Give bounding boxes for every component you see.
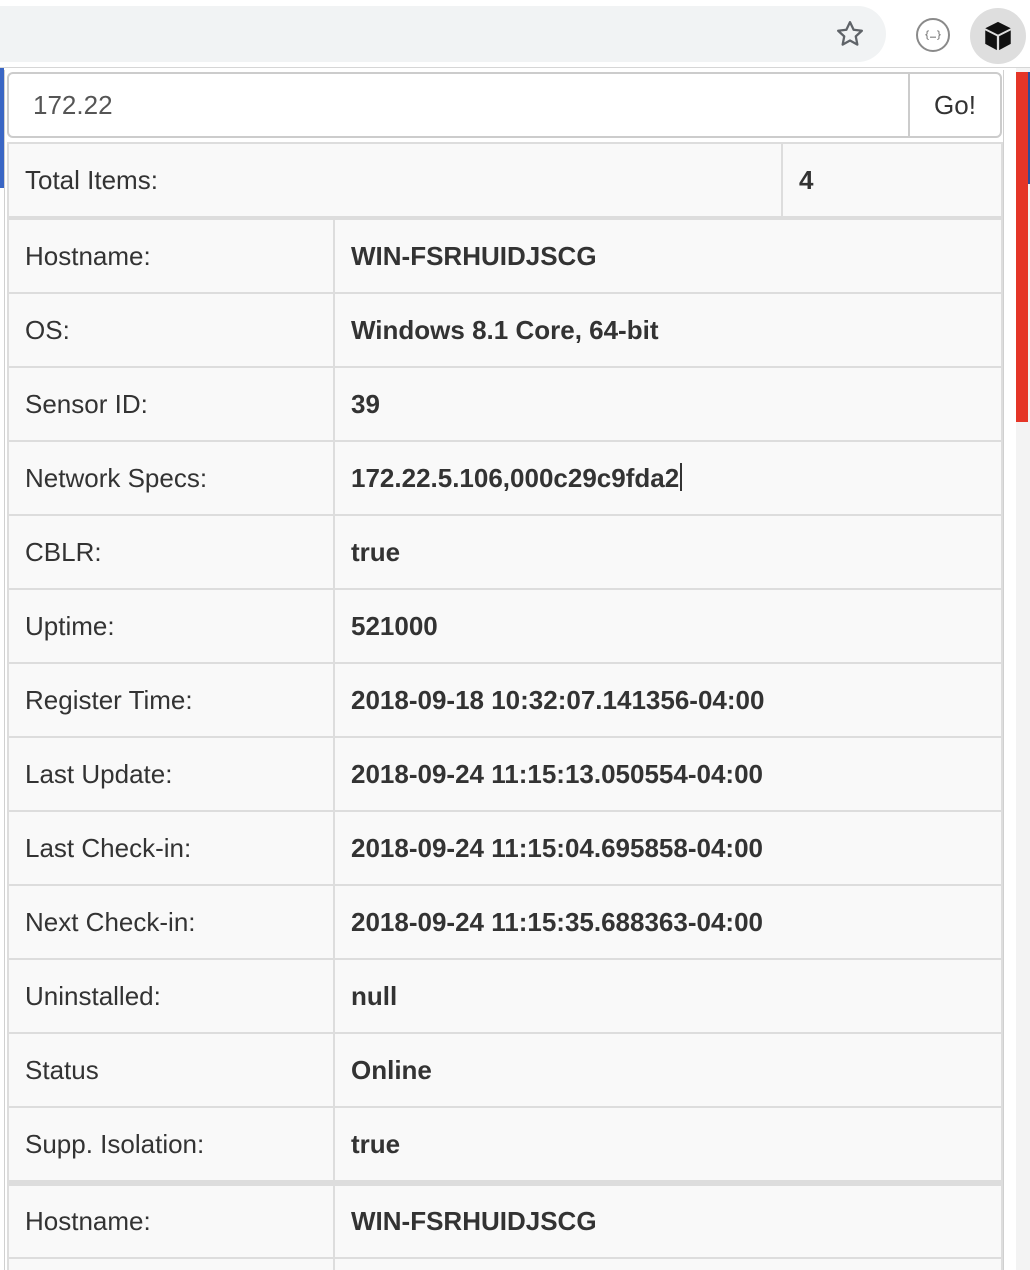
go-button[interactable]: Go! (908, 72, 1002, 138)
field-label: Hostname: (7, 1182, 335, 1259)
field-value: 172.22.5.106,000c29c9fda2 (333, 440, 1003, 516)
record-table-1: Hostname: WIN-FSRHUIDJSCG OS: Windows 8.… (7, 218, 1003, 1182)
field-label: Last Update: (7, 736, 335, 812)
table-row: Register Time: 2018-09-18 10:32:07.14135… (7, 662, 1003, 738)
field-value: 2018-09-24 11:15:13.050554-04:00 (333, 736, 1003, 812)
table-row: Uninstalled: null (7, 958, 1003, 1034)
field-label: Uninstalled: (7, 958, 335, 1034)
table-row: Last Check-in: 2018-09-24 11:15:04.69585… (7, 810, 1003, 886)
field-label: Hostname: (7, 218, 335, 294)
summary-table: Total Items: 4 (7, 142, 1003, 218)
field-value: 2018-09-18 10:32:07.141356-04:00 (333, 662, 1003, 738)
field-value: true (333, 1106, 1003, 1182)
field-label: CBLR: (7, 514, 335, 590)
search-bar: Go! (7, 72, 1002, 138)
field-label: Supp. Isolation: (7, 1106, 335, 1182)
table-row: Last Update: 2018-09-24 11:15:13.050554-… (7, 736, 1003, 812)
summary-row: Total Items: 4 (7, 142, 1003, 218)
field-value: Online (333, 1032, 1003, 1108)
total-items-value: 4 (781, 142, 1003, 218)
search-input[interactable] (7, 72, 908, 138)
table-row: Supp. Isolation: true (7, 1106, 1003, 1182)
field-value: 2018-09-24 11:15:35.688363-04:00 (333, 884, 1003, 960)
json-braces-icon[interactable]: {…} (916, 18, 950, 52)
record-table-2: Hostname: WIN-FSRHUIDJSCG (7, 1182, 1003, 1270)
table-row: Hostname: WIN-FSRHUIDJSCG (7, 218, 1003, 294)
table-row: Sensor ID: 39 (7, 366, 1003, 442)
field-label: Uptime: (7, 588, 335, 664)
page-scrollbar-thumb[interactable] (1016, 72, 1028, 422)
field-label: OS: (7, 292, 335, 368)
table-row (7, 1257, 1003, 1270)
field-label: Status (7, 1032, 335, 1108)
table-row: Status Online (7, 1032, 1003, 1108)
extension-popup: Go! Total Items: 4 Hostname: WIN-FSRHUID… (4, 70, 1004, 1270)
browser-toolbar: {…} (0, 0, 1030, 68)
field-value: WIN-FSRHUIDJSCG (333, 218, 1003, 294)
field-value: WIN-FSRHUIDJSCG (333, 1182, 1003, 1259)
field-label (7, 1257, 335, 1270)
cube-icon (985, 21, 1011, 51)
field-label: Next Check-in: (7, 884, 335, 960)
table-row: Hostname: WIN-FSRHUIDJSCG (7, 1182, 1003, 1259)
results-panel: Total Items: 4 Hostname: WIN-FSRHUIDJSCG… (7, 142, 1003, 1270)
field-value: true (333, 514, 1003, 590)
table-row: Uptime: 521000 (7, 588, 1003, 664)
star-icon[interactable] (832, 16, 868, 52)
table-row: CBLR: true (7, 514, 1003, 590)
field-value: 2018-09-24 11:15:04.695858-04:00 (333, 810, 1003, 886)
field-value: null (333, 958, 1003, 1034)
field-label: Sensor ID: (7, 366, 335, 442)
field-value: 39 (333, 366, 1003, 442)
table-row: Next Check-in: 2018-09-24 11:15:35.68836… (7, 884, 1003, 960)
address-bar[interactable] (0, 6, 886, 62)
field-label: Register Time: (7, 662, 335, 738)
cube-extension-button[interactable] (970, 8, 1026, 64)
total-items-label: Total Items: (7, 142, 783, 218)
network-specs-text: 172.22.5.106,000c29c9fda2 (351, 462, 680, 493)
field-value (333, 1257, 1003, 1270)
field-value: 521000 (333, 588, 1003, 664)
text-cursor (680, 462, 683, 491)
field-label: Network Specs: (7, 440, 335, 516)
field-label: Last Check-in: (7, 810, 335, 886)
table-row: Network Specs: 172.22.5.106,000c29c9fda2 (7, 440, 1003, 516)
table-row: OS: Windows 8.1 Core, 64-bit (7, 292, 1003, 368)
field-value: Windows 8.1 Core, 64-bit (333, 292, 1003, 368)
